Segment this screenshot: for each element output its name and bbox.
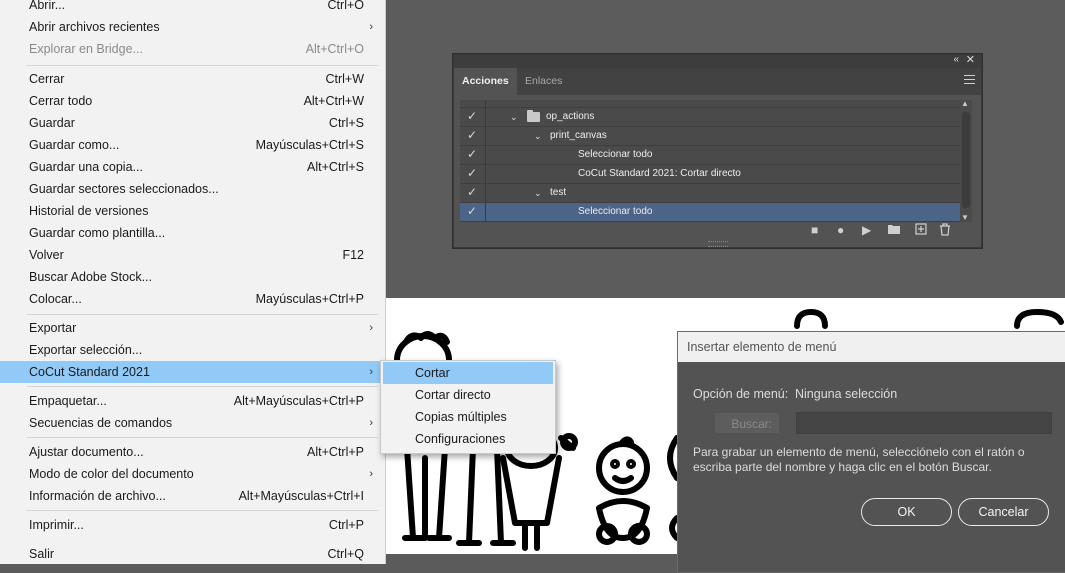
menu-item-guardar-como[interactable]: Guardar como... Mayúsculas+Ctrl+S xyxy=(0,134,385,156)
cancel-button[interactable]: Cancelar xyxy=(958,498,1049,526)
search-input[interactable] xyxy=(796,412,1052,434)
chevron-down-icon[interactable]: ⌄ xyxy=(534,184,542,202)
list-item[interactable]: ✓ Seleccionar todo xyxy=(460,146,960,165)
ok-button[interactable]: OK xyxy=(861,498,952,526)
record-icon[interactable]: ● xyxy=(837,223,844,237)
action-label: test xyxy=(550,187,567,198)
insert-menu-item-dialog: Insertar elemento de menú Opción de menú… xyxy=(677,331,1065,573)
actions-panel: « ✕ Acciones Enlaces ✓ ⌄ op_actions ✓ ⌄ … xyxy=(453,54,982,248)
actions-list: ✓ ⌄ op_actions ✓ ⌄ print_canvas ✓ Selecc… xyxy=(460,100,972,222)
menu-separator xyxy=(27,314,378,315)
menu-item-guardar-sectores[interactable]: Guardar sectores seleccionados... xyxy=(0,178,385,200)
close-icon[interactable]: ✕ xyxy=(966,53,975,66)
menu-item-modo-color[interactable]: Modo de color del documento › xyxy=(0,463,385,485)
menu-item-cerrar-todo[interactable]: Cerrar todo Alt+Ctrl+W xyxy=(0,90,385,112)
chevron-down-icon[interactable]: ⌄ xyxy=(534,127,542,145)
step-label: Seleccionar todo xyxy=(578,149,653,160)
menu-item-abrir[interactable]: Abrir... Ctrl+O xyxy=(0,0,385,16)
menu-item-empaquetar[interactable]: Empaquetar... Alt+Mayúsculas+Ctrl+P xyxy=(0,390,385,412)
tab-enlaces[interactable]: Enlaces xyxy=(517,68,570,95)
folder-icon xyxy=(527,110,540,122)
check-icon[interactable]: ✓ xyxy=(465,183,479,201)
check-icon[interactable]: ✓ xyxy=(465,107,479,125)
submenu-item-cortar[interactable]: Cortar xyxy=(383,362,553,384)
panel-tabs: Acciones Enlaces xyxy=(454,68,981,95)
check-icon[interactable]: ✓ xyxy=(465,164,479,182)
list-item[interactable]: ✓ CoCut Standard 2021: Cortar directo xyxy=(460,165,960,184)
chevron-down-icon[interactable]: ▼ xyxy=(961,213,969,222)
dialog-description: Para grabar un elemento de menú, selecci… xyxy=(693,445,1025,474)
list-item[interactable]: ✓ ⌄ op_actions xyxy=(460,108,960,127)
chevron-right-icon: › xyxy=(369,366,373,378)
menu-item-explorar-bridge: Explorar en Bridge... Alt+Ctrl+O xyxy=(29,42,364,56)
new-set-icon[interactable] xyxy=(887,223,901,237)
stop-icon[interactable]: ■ xyxy=(811,223,818,237)
menu-item-imprimir[interactable]: Imprimir... Ctrl+P xyxy=(0,514,385,536)
menu-item-exportar-seleccion[interactable]: Exportar selección... xyxy=(0,339,385,361)
scrollbar[interactable]: ▲ ▼ xyxy=(960,99,972,222)
resize-grip[interactable] xyxy=(708,241,728,247)
panel-title-bar[interactable]: « ✕ xyxy=(454,53,981,68)
list-item[interactable]: ✓ ⌄ print_canvas xyxy=(460,127,960,146)
menu-item-informacion-archivo[interactable]: Información de archivo... Alt+Mayúsculas+… xyxy=(0,485,385,507)
menu-item-abrir-recientes[interactable]: Abrir archivos recientes › xyxy=(0,16,385,38)
chevron-right-icon: › xyxy=(369,417,373,429)
submenu-item-copias-multiples[interactable]: Copias múltiples xyxy=(383,406,553,428)
menu-item-salir[interactable]: Salir Ctrl+Q xyxy=(0,543,385,565)
chevron-right-icon: › xyxy=(369,322,373,334)
menu-separator xyxy=(27,437,378,438)
chevron-up-icon[interactable]: ▲ xyxy=(961,99,969,108)
check-icon[interactable]: ✓ xyxy=(465,202,479,220)
menu-item-secuencias[interactable]: Secuencias de comandos › xyxy=(0,412,385,434)
menu-item-colocar[interactable]: Colocar... Mayúsculas+Ctrl+P xyxy=(0,288,385,310)
collapse-icon[interactable]: « xyxy=(953,54,959,65)
step-label: CoCut Standard 2021: Cortar directo xyxy=(578,168,741,179)
menu-separator xyxy=(27,65,378,66)
menu-item-buscar-stock[interactable]: Buscar Adobe Stock... xyxy=(0,266,385,288)
tab-acciones[interactable]: Acciones xyxy=(454,68,517,95)
menu-item-ajustar-documento[interactable]: Ajustar documento... Alt+Ctrl+P xyxy=(0,441,385,463)
menu-separator xyxy=(27,386,378,387)
file-menu: Abrir... Ctrl+O Abrir archivos recientes ›… xyxy=(0,0,386,564)
menu-item-cerrar[interactable]: Cerrar Ctrl+W xyxy=(0,68,385,90)
option-label: Opción de menú: xyxy=(693,387,789,401)
check-icon[interactable]: ✓ xyxy=(465,126,479,144)
play-icon[interactable]: ▶ xyxy=(862,223,871,237)
cocut-submenu: Cortar Cortar directo Copias múltiples C… xyxy=(380,360,556,454)
step-label: Seleccionar todo xyxy=(578,206,653,217)
scrollbar-thumb[interactable] xyxy=(962,112,970,208)
dialog-title: Insertar elemento de menú xyxy=(687,340,837,354)
chevron-right-icon: › xyxy=(369,21,373,33)
dialog-title-bar[interactable]: Insertar elemento de menú xyxy=(678,332,1065,362)
chevron-right-icon: › xyxy=(369,468,373,480)
check-icon[interactable]: ✓ xyxy=(465,145,479,163)
chevron-down-icon[interactable]: ⌄ xyxy=(510,108,518,126)
list-item[interactable]: ✓ ⌄ test xyxy=(460,184,960,203)
menu-item-historial[interactable]: Historial de versiones xyxy=(0,200,385,222)
menu-item-volver[interactable]: Volver F12 xyxy=(0,244,385,266)
search-button: Buscar: xyxy=(715,413,779,433)
list-item-selected[interactable]: ✓ Seleccionar todo xyxy=(460,203,960,222)
action-set-label: op_actions xyxy=(546,111,595,122)
menu-separator xyxy=(27,510,378,511)
menu-item-guardar[interactable]: Guardar Ctrl+S xyxy=(0,112,385,134)
menu-item-guardar-copia[interactable]: Guardar una copia... Alt+Ctrl+S xyxy=(0,156,385,178)
menu-item-cocut[interactable]: CoCut Standard 2021 › xyxy=(0,361,385,383)
new-action-icon[interactable] xyxy=(915,223,927,237)
trash-icon[interactable] xyxy=(939,223,951,237)
menu-item-guardar-plantilla[interactable]: Guardar como plantilla... xyxy=(0,222,385,244)
action-label: print_canvas xyxy=(550,130,607,141)
menu-item-exportar[interactable]: Exportar › xyxy=(0,317,385,339)
list-item-partial xyxy=(460,100,960,108)
panel-menu-icon[interactable] xyxy=(964,75,975,87)
submenu-item-cortar-directo[interactable]: Cortar directo xyxy=(383,384,553,406)
option-value: Ninguna selección xyxy=(795,387,898,401)
submenu-item-configuraciones[interactable]: Configuraciones xyxy=(383,428,553,450)
